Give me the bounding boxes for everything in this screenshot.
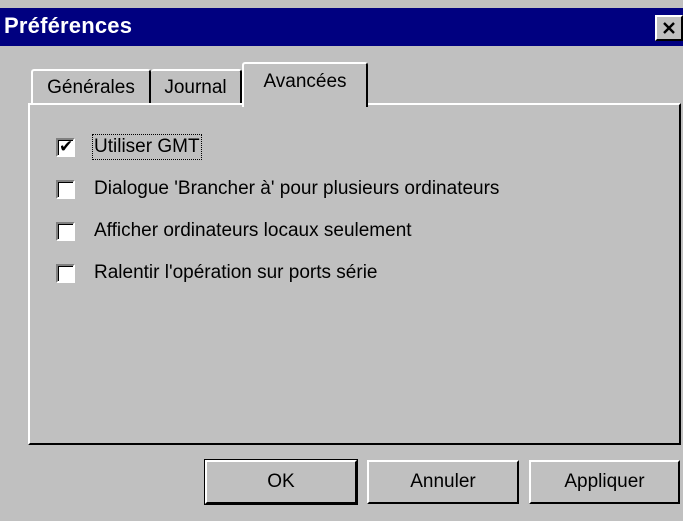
tab-journal[interactable]: Journal bbox=[151, 69, 242, 105]
tab-label: Avancées bbox=[263, 70, 347, 92]
checkbox[interactable] bbox=[56, 221, 75, 241]
checkbox[interactable]: ✔ bbox=[56, 136, 75, 157]
option-dialogue-brancher[interactable]: Dialogue 'Brancher à' pour plusieurs ord… bbox=[56, 177, 499, 201]
option-ralentir-ports-serie[interactable]: Ralentir l'opération sur ports série bbox=[56, 261, 377, 285]
close-button[interactable] bbox=[655, 15, 683, 41]
option-label: Afficher ordinateurs locaux seulement bbox=[94, 220, 412, 241]
option-label: Utiliser GMT bbox=[92, 134, 202, 160]
preferences-dialog: Préférences Générales Journal Avancées ✔… bbox=[0, 0, 683, 521]
option-utiliser-gmt[interactable]: ✔ Utiliser GMT bbox=[56, 134, 202, 160]
title-bar[interactable]: Préférences bbox=[0, 8, 683, 46]
option-label: Dialogue 'Brancher à' pour plusieurs ord… bbox=[94, 178, 500, 199]
checkmark-icon: ✔ bbox=[59, 136, 74, 157]
cancel-button[interactable]: Annuler bbox=[367, 460, 519, 504]
tab-label: Journal bbox=[164, 77, 227, 98]
tab-panel-avancees: ✔ Utiliser GMT Dialogue 'Brancher à' pou… bbox=[28, 103, 681, 445]
option-ordinateurs-locaux[interactable]: Afficher ordinateurs locaux seulement bbox=[56, 219, 412, 243]
option-label: Ralentir l'opération sur ports série bbox=[94, 262, 378, 283]
checkbox[interactable] bbox=[56, 263, 75, 283]
close-icon bbox=[663, 22, 675, 34]
checkbox[interactable] bbox=[56, 179, 75, 199]
tab-avancees[interactable]: Avancées bbox=[242, 62, 368, 107]
apply-button[interactable]: Appliquer bbox=[529, 460, 680, 504]
tab-label: Générales bbox=[47, 77, 135, 98]
tab-generales[interactable]: Générales bbox=[31, 69, 151, 105]
window-title: Préférences bbox=[4, 13, 133, 38]
ok-button[interactable]: OK bbox=[205, 460, 357, 504]
